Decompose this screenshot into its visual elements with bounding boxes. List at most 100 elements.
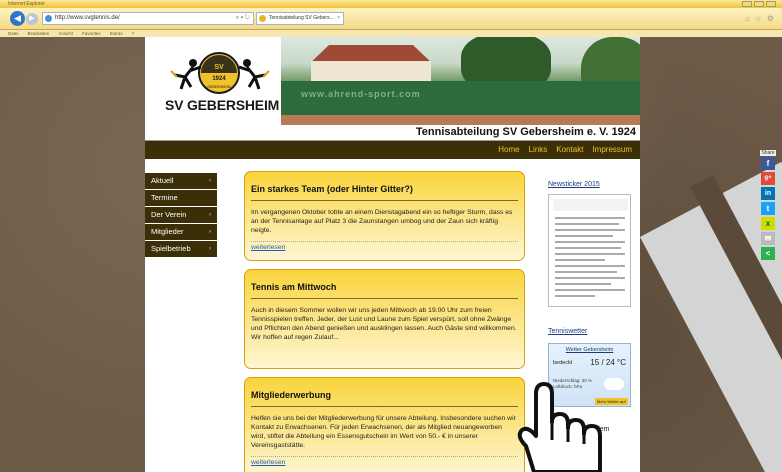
- menu-favoriten[interactable]: Favoriten: [82, 30, 101, 37]
- text-line: [555, 247, 621, 249]
- search-refresh-icon[interactable]: ⌕ ▾ ↻: [236, 13, 250, 24]
- facebook-icon[interactable]: f: [761, 157, 775, 170]
- weather-condition: bedeckt: [553, 360, 573, 366]
- googleplus-icon[interactable]: g+: [761, 172, 775, 185]
- back-button[interactable]: ◀: [10, 11, 25, 26]
- article-title[interactable]: Mitgliederwerbung: [251, 378, 518, 407]
- menu-extras[interactable]: Extras: [110, 30, 123, 37]
- chevron-right-icon: ›: [209, 178, 211, 184]
- text-line: [555, 229, 625, 231]
- sidemenu-item-spielbetrieb[interactable]: Spielbetrieb ›: [145, 241, 217, 257]
- logo-text: SV GEBERSHEIM: [165, 97, 280, 113]
- text-line: [555, 271, 617, 273]
- read-more-link[interactable]: weiterlesen: [251, 241, 518, 251]
- forward-button[interactable]: ▶: [26, 13, 38, 25]
- site-favicon-icon: [45, 15, 52, 22]
- gear-icon[interactable]: ⚙: [767, 14, 774, 23]
- nav-impressum[interactable]: Impressum: [592, 141, 632, 159]
- sidemenu-label: Termine: [151, 193, 178, 202]
- address-bar[interactable]: http://www.svgtennis.de/ ⌕ ▾ ↻: [42, 12, 254, 25]
- svg-text:1924: 1924: [212, 76, 226, 82]
- nav-home[interactable]: Home: [498, 141, 519, 159]
- text-line: [555, 265, 625, 267]
- text-line: [555, 241, 625, 243]
- sidemenu-label: Der Verein: [151, 210, 187, 219]
- nav-kontakt[interactable]: Kontakt: [556, 141, 583, 159]
- newsticker-header: [553, 199, 628, 211]
- article-title[interactable]: Tennis am Mittwoch: [251, 270, 518, 299]
- weather-temperature: 15 / 24 °C: [590, 358, 626, 367]
- tenniswetter-heading[interactable]: Tenniswetter: [548, 326, 634, 335]
- sidemenu-label: Mitglieder: [151, 227, 184, 236]
- text-line: [555, 295, 595, 297]
- read-more-link[interactable]: weiterlesen: [251, 456, 518, 466]
- sidemenu-label: Spielbetrieb: [151, 244, 191, 253]
- clubhouse-roof: [312, 45, 430, 61]
- right-player-icon: [238, 59, 270, 90]
- twitter-icon[interactable]: t: [761, 202, 775, 215]
- mail-icon[interactable]: ✉: [761, 232, 775, 245]
- site-title: Tennisabteilung SV Gebersheim e. V. 1924: [415, 126, 636, 138]
- share-label: Share: [760, 150, 776, 156]
- browser-tab[interactable]: Tennisabteilung SV Gebers... ×: [256, 12, 344, 25]
- article-text: Im vergangenen Oktober tobte an einem Di…: [251, 209, 513, 234]
- window-controls: [742, 1, 776, 7]
- menu-datei[interactable]: Datei: [8, 30, 19, 37]
- text-line: [555, 277, 625, 279]
- sidemenu-item-der-verein[interactable]: Der Verein ›: [145, 207, 217, 223]
- window-title: Internet Explorer: [8, 1, 45, 7]
- browser-toolbar: ◀ ▶ http://www.svgtennis.de/ ⌕ ▾ ↻ Tenni…: [0, 8, 782, 30]
- browser-menubar: Datei Bearbeiten Ansicht Favoriten Extra…: [0, 30, 782, 37]
- side-menu: Aktuell › Termine Der Verein › Mitgliede…: [145, 173, 217, 258]
- clubhouse: [311, 61, 431, 83]
- minimize-button[interactable]: [742, 1, 752, 7]
- club-emblem-icon: SV 1924 GEBERSHEIM: [198, 52, 240, 94]
- sidemenu-item-termine[interactable]: Termine: [145, 190, 217, 206]
- svg-text:SV: SV: [214, 64, 224, 71]
- text-line: [555, 235, 613, 237]
- xing-icon[interactable]: x: [761, 217, 775, 230]
- close-window-button[interactable]: [766, 1, 776, 7]
- menu-ansicht[interactable]: Ansicht: [58, 30, 73, 37]
- nav-links[interactable]: Links: [529, 141, 548, 159]
- top-navigation: Home Links Kontakt Impressum: [145, 141, 640, 159]
- text-line: [555, 253, 625, 255]
- toolbar-icons: ⌂ ☆ ⚙: [745, 14, 774, 23]
- newsticker-heading[interactable]: Newsticker 2015: [548, 179, 634, 188]
- favorites-star-icon[interactable]: ☆: [755, 14, 762, 23]
- article-text: Auch in diesem Sommer wollen wir uns jed…: [251, 307, 517, 341]
- chevron-right-icon: ›: [209, 212, 211, 218]
- sidemenu-label: Aktuell: [151, 176, 174, 185]
- article-card: Ein starkes Team (oder Hinter Gitter?) I…: [244, 171, 525, 261]
- share-icon[interactable]: <: [761, 247, 775, 260]
- text-line: [555, 283, 611, 285]
- sidemenu-item-mitglieder[interactable]: Mitglieder ›: [145, 224, 217, 240]
- text-line: [555, 223, 619, 225]
- tab-favicon-icon: [259, 15, 266, 22]
- home-icon[interactable]: ⌂: [745, 14, 750, 23]
- sidemenu-item-aktuell[interactable]: Aktuell ›: [145, 173, 217, 189]
- article-card: Tennis am Mittwoch Auch in diesem Sommer…: [244, 269, 525, 369]
- article-title[interactable]: Ein starkes Team (oder Hinter Gitter?): [251, 172, 518, 201]
- weather-title: Wetter Gebersheim: [565, 347, 614, 353]
- close-tab-icon[interactable]: ×: [337, 13, 340, 24]
- text-line: [555, 289, 625, 291]
- clay-court: [281, 115, 640, 125]
- left-player-icon: [170, 59, 202, 90]
- menu-bearbeiten[interactable]: Bearbeiten: [28, 30, 50, 37]
- fence-banner: www.ahrend-sport.com: [301, 89, 421, 99]
- svg-text:GEBERSHEIM: GEBERSHEIM: [207, 85, 230, 89]
- article-text: Helfen sie uns bei der Mitgliederwerbung…: [251, 415, 516, 449]
- linkedin-icon[interactable]: in: [761, 187, 775, 200]
- maximize-button[interactable]: [754, 1, 764, 7]
- title-bar: Tennisabteilung SV Gebersheim e. V. 1924: [145, 125, 640, 141]
- chevron-right-icon: ›: [209, 246, 211, 252]
- article-card: Mitgliederwerbung Helfen sie uns bei der…: [244, 377, 525, 472]
- menu-help[interactable]: ?: [132, 30, 135, 37]
- text-line: [555, 217, 625, 219]
- newsticker-thumbnail[interactable]: [548, 194, 631, 307]
- site-logo[interactable]: SV 1924 GEBERSHEIM SV GEBERSHEIM: [145, 37, 281, 125]
- share-bar: Share f g+ in t x ✉ <: [760, 150, 776, 262]
- cloud-icon: [604, 378, 624, 390]
- window-titlebar: Internet Explorer: [0, 0, 782, 8]
